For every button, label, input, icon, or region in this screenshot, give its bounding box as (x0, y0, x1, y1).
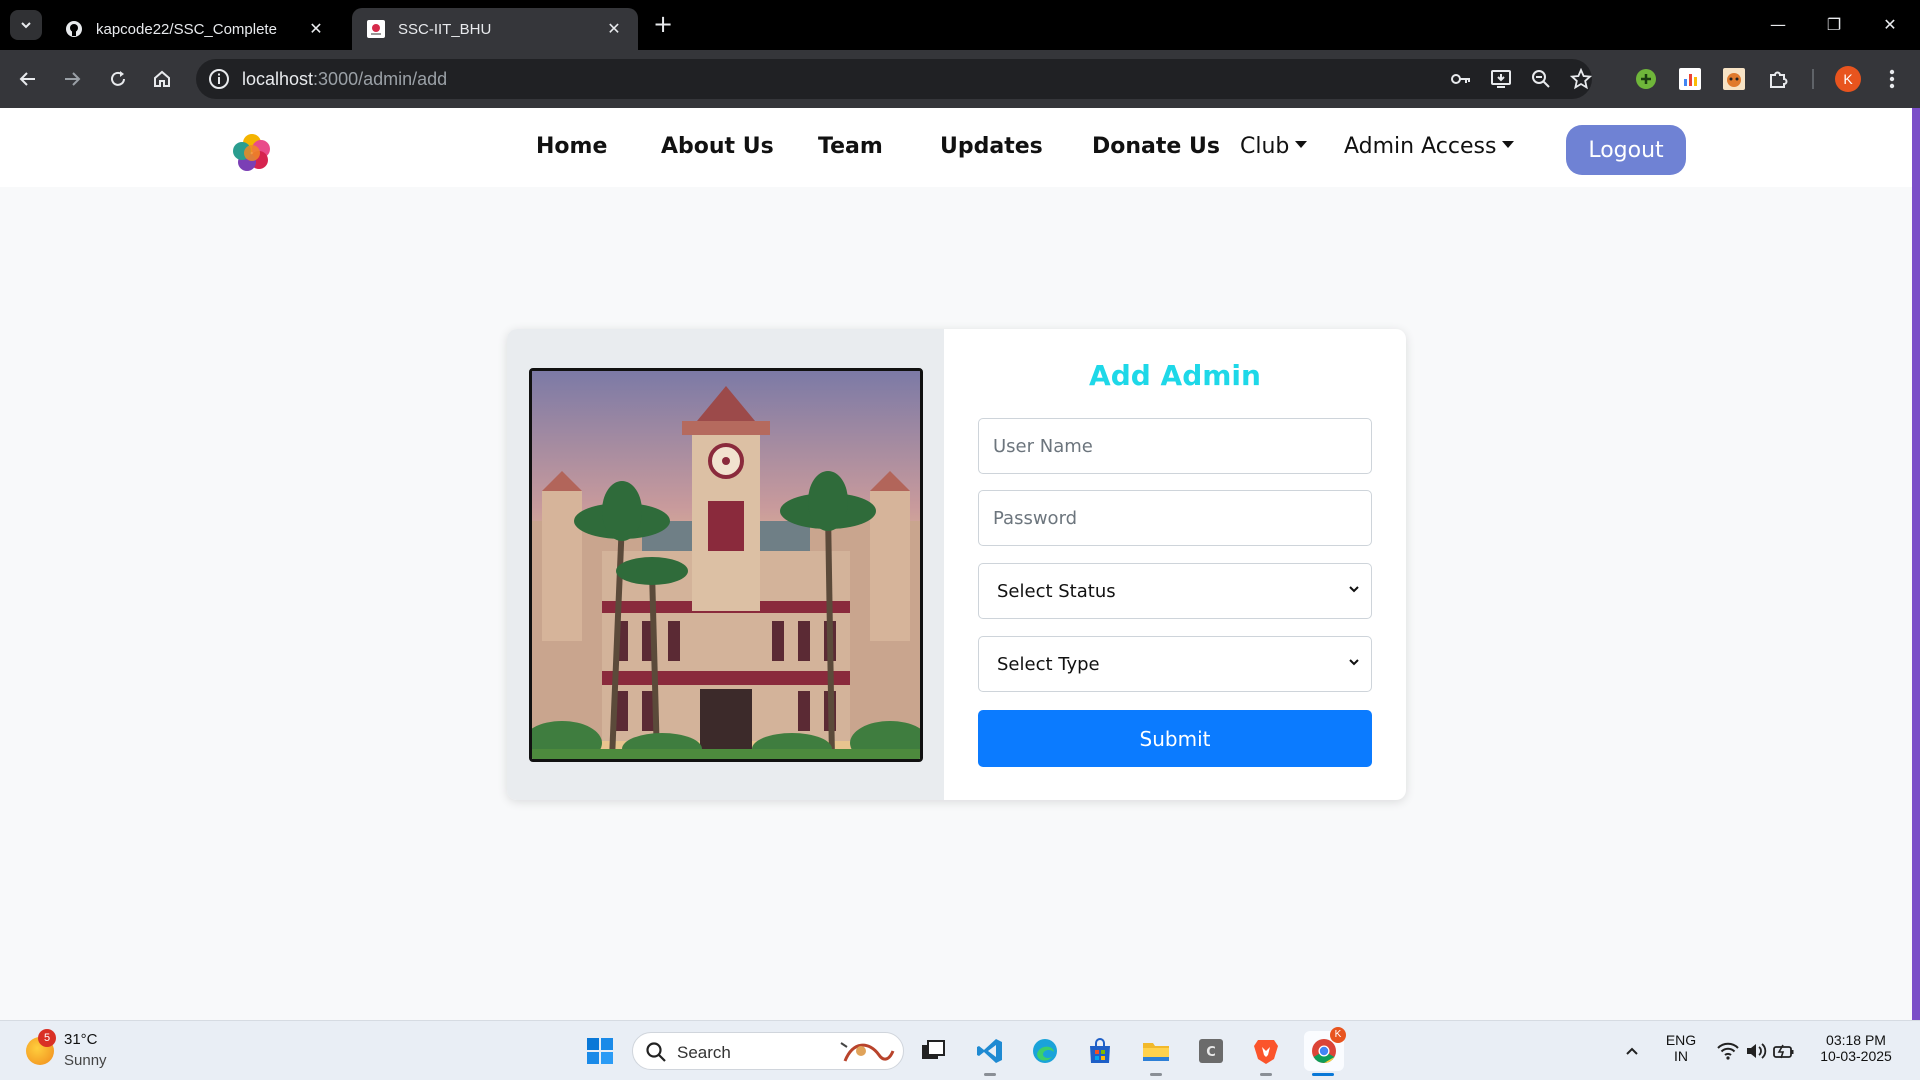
taskbar-search-box[interactable]: Search (632, 1032, 904, 1070)
running-indicator (1260, 1073, 1272, 1076)
profile-avatar[interactable]: K (1834, 65, 1862, 93)
close-icon[interactable]: ✕ (306, 19, 326, 39)
submit-button[interactable]: Submit (978, 710, 1372, 767)
form-title: Add Admin (1089, 359, 1261, 392)
nav-admin-access-dropdown[interactable]: Admin Access (1344, 134, 1515, 159)
restore-icon[interactable]: ❐ (1814, 10, 1854, 40)
search-icon (646, 1042, 666, 1062)
home-icon[interactable] (146, 63, 178, 95)
chevron-down-icon (1349, 586, 1359, 593)
running-indicator (1150, 1073, 1162, 1076)
nav-club-label: Club (1240, 134, 1290, 159)
clock[interactable]: 03:18 PM 10-03-2025 (1810, 1032, 1902, 1064)
browser-toolbar: localhost:3000/admin/add K (0, 50, 1920, 108)
caret-down-icon (1502, 141, 1515, 148)
weather-temperature: 31°C (64, 1031, 98, 1048)
windows-taskbar: 5 31°C Sunny Search C K ENG IN 03:18 PM … (0, 1020, 1920, 1080)
building-illustration (532, 371, 920, 759)
task-view-icon[interactable] (917, 1035, 949, 1067)
nav-club-dropdown[interactable]: Club (1240, 134, 1308, 159)
browser-menu-icon[interactable] (1878, 65, 1906, 93)
minimize-icon[interactable]: — (1758, 10, 1798, 40)
nav-about-link[interactable]: About Us (661, 134, 774, 159)
url-text: localhost:3000/admin/add (242, 69, 448, 89)
extensions-puzzle-icon[interactable] (1764, 65, 1792, 93)
username-input[interactable] (978, 418, 1372, 474)
type-select[interactable]: Select Type (978, 636, 1372, 692)
add-admin-card: Add Admin Select Status Select Type Subm… (507, 329, 1406, 800)
caret-down-icon (1295, 141, 1308, 148)
windows-start-icon[interactable] (584, 1035, 616, 1067)
extension-chart-icon[interactable] (1676, 65, 1704, 93)
nav-admin-access-label: Admin Access (1344, 134, 1497, 159)
clock-time: 03:18 PM (1826, 1032, 1886, 1048)
nav-home-link[interactable]: Home (536, 134, 607, 159)
tab-search-button[interactable] (10, 10, 42, 40)
toolbar-divider (1812, 69, 1814, 89)
chevron-up-icon[interactable] (1616, 1035, 1648, 1067)
language-indicator[interactable]: ENG IN (1664, 1032, 1698, 1064)
active-indicator (1312, 1073, 1334, 1076)
nav-updates-link[interactable]: Updates (940, 134, 1043, 159)
zoom-icon[interactable] (1530, 68, 1552, 90)
site-navbar: Home About Us Team Updates Donate Us Clu… (0, 108, 1912, 187)
tab-title: kapcode22/SSC_Complete (96, 20, 277, 38)
password-key-icon[interactable] (1450, 68, 1472, 90)
back-icon[interactable] (12, 63, 44, 95)
file-explorer-icon[interactable] (1140, 1035, 1172, 1067)
page-scrollbar[interactable] (1912, 108, 1920, 1020)
type-select-value: Select Type (997, 653, 1100, 675)
brave-icon[interactable] (1250, 1035, 1282, 1067)
password-input[interactable] (978, 490, 1372, 546)
extension-tiger-icon[interactable] (1720, 65, 1748, 93)
c-app-icon[interactable]: C (1195, 1035, 1227, 1067)
browser-tab-bar: kapcode22/SSC_Complete ✕ SSC-IIT_BHU ✕ +… (0, 0, 1920, 50)
edge-icon[interactable] (1029, 1035, 1061, 1067)
card-image-panel (507, 329, 944, 800)
chevron-down-icon (21, 22, 31, 29)
install-app-icon[interactable] (1490, 68, 1512, 90)
window-close-icon[interactable]: ✕ (1870, 10, 1910, 40)
clock-date: 10-03-2025 (1820, 1048, 1892, 1064)
running-indicator (984, 1073, 996, 1076)
status-select-value: Select Status (997, 580, 1116, 602)
new-tab-button[interactable]: + (650, 12, 676, 38)
chevron-down-icon (1349, 659, 1359, 666)
page-viewport: Home About Us Team Updates Donate Us Clu… (0, 108, 1912, 1020)
region-code: IN (1674, 1048, 1688, 1064)
tab-title: SSC-IIT_BHU (398, 20, 492, 38)
nav-donate-link[interactable]: Donate Us (1092, 134, 1220, 159)
add-admin-form: Add Admin Select Status Select Type Subm… (944, 329, 1406, 800)
nav-team-link[interactable]: Team (818, 134, 883, 159)
search-highlight-doodle-icon (840, 1042, 895, 1062)
battery-icon[interactable] (1768, 1035, 1800, 1067)
campus-building-photo (529, 368, 923, 762)
chrome-taskbar-icon[interactable]: K (1304, 1027, 1346, 1071)
browser-tab-ssc[interactable]: SSC-IIT_BHU ✕ (352, 8, 638, 50)
github-icon (64, 19, 84, 39)
site-logo[interactable] (232, 133, 272, 173)
close-icon[interactable]: ✕ (604, 19, 624, 39)
forward-icon[interactable] (56, 63, 88, 95)
bookmark-star-icon[interactable] (1570, 68, 1592, 90)
status-select[interactable]: Select Status (978, 563, 1372, 619)
site-info-icon[interactable] (208, 68, 230, 90)
extension-green-icon[interactable] (1632, 65, 1660, 93)
logout-button[interactable]: Logout (1566, 125, 1686, 175)
svg-text:C: C (1206, 1045, 1216, 1060)
weather-badge: 5 (38, 1029, 56, 1047)
weather-description: Sunny (64, 1052, 107, 1069)
reload-icon[interactable] (102, 63, 134, 95)
site-favicon-icon (366, 19, 386, 39)
language-code: ENG (1665, 1032, 1697, 1048)
browser-tab-github[interactable]: kapcode22/SSC_Complete ✕ (50, 8, 340, 50)
taskbar-search-label: Search (677, 1043, 731, 1062)
chrome-profile-badge: K (1330, 1027, 1346, 1043)
address-bar[interactable]: localhost:3000/admin/add (196, 59, 1592, 99)
vscode-icon[interactable] (974, 1035, 1006, 1067)
microsoft-store-icon[interactable] (1084, 1035, 1116, 1067)
